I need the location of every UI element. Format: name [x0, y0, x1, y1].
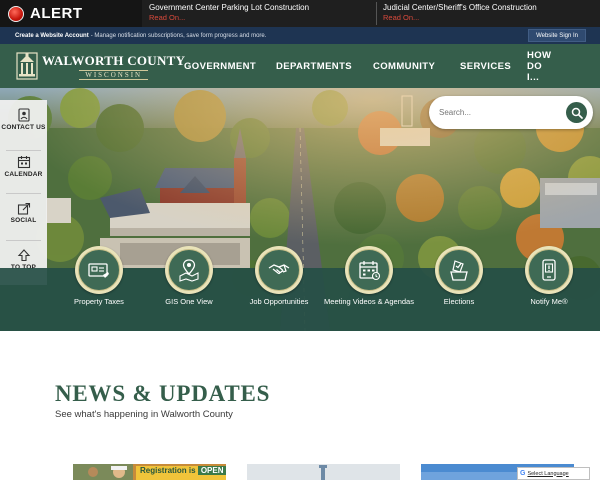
banner-text: Registration is: [140, 466, 196, 475]
quicklink-label: GIS One View: [165, 297, 213, 306]
alert-bar: ALERT Government Center Parking Lot Cons…: [0, 0, 600, 27]
courthouse-icon: [16, 52, 38, 80]
side-tools: CONTACT US CALENDAR SOCIAL: [0, 100, 47, 285]
search-button[interactable]: [566, 102, 587, 123]
alert-item[interactable]: Government Center Parking Lot Constructi…: [149, 3, 309, 23]
alert-badge[interactable]: ALERT: [0, 0, 142, 27]
alert-read-on-link[interactable]: Read On...: [149, 13, 309, 23]
notify-phone-icon: [542, 259, 556, 281]
alert-icon: [8, 5, 24, 22]
nav-departments[interactable]: DEPARTMENTS: [276, 61, 352, 72]
nav-services[interactable]: SERVICES: [460, 61, 511, 72]
news-card-banner: Registration is OPEN: [136, 466, 226, 480]
calendar-icon: [17, 156, 30, 169]
site-header: WALWORTH COUNTY WISCONSIN GOVERNMENT DEP…: [0, 44, 600, 88]
nav-community[interactable]: COMMUNITY: [373, 61, 435, 72]
select-language-label[interactable]: Select Language: [527, 471, 568, 477]
alert-item-title[interactable]: Government Center Parking Lot Constructi…: [149, 3, 309, 12]
quicklink-label: Meeting Videos & Agendas: [324, 297, 414, 306]
account-bar: Create a Website Account - Manage notifi…: [0, 27, 600, 44]
property-taxes-icon: [88, 263, 109, 278]
select-language-widget[interactable]: G Select Language: [517, 467, 590, 480]
news-card[interactable]: [247, 464, 400, 480]
news-subheading: See what's happening in Walworth County: [55, 409, 233, 420]
side-calendar[interactable]: CALENDAR: [0, 155, 47, 179]
news-card-image: [73, 464, 133, 480]
alert-item[interactable]: Judicial Center/Sheriff's Office Constru…: [383, 3, 537, 23]
create-account-description: - Manage notification subscriptions, sav…: [90, 32, 267, 39]
quicklink-label: Property Taxes: [74, 297, 124, 306]
social-share-icon: [17, 202, 30, 215]
side-label: CALENDAR: [4, 171, 43, 178]
logo-title: WALWORTH COUNTY: [42, 52, 186, 68]
site-search: [429, 96, 593, 129]
quicklink-notify-me[interactable]: Notify Me®: [504, 246, 594, 307]
map-pin-icon: [179, 259, 199, 282]
quicklink-label: Elections: [443, 297, 475, 306]
quicklink-label: Job Opportunities: [249, 297, 309, 306]
alert-item-title[interactable]: Judicial Center/Sheriff's Office Constru…: [383, 3, 537, 12]
quicklink-gis-one-view[interactable]: GIS One View: [144, 246, 234, 307]
side-social[interactable]: SOCIAL: [0, 201, 47, 225]
hero-banner: CONTACT US CALENDAR SOCIAL Search... Pro…: [0, 88, 600, 331]
news-heading: NEWS & UPDATES: [55, 381, 271, 406]
side-contact-us[interactable]: CONTACT US: [0, 108, 47, 132]
alert-divider: [376, 2, 377, 25]
side-divider: [6, 193, 41, 194]
website-sign-in-button[interactable]: Website Sign In: [528, 29, 586, 42]
quicklink-meeting-videos-agendas[interactable]: Meeting Videos & Agendas: [324, 246, 414, 307]
arrow-up-icon: [17, 249, 30, 262]
side-label: SOCIAL: [10, 217, 37, 224]
quicklink-property-taxes[interactable]: Property Taxes: [54, 246, 144, 307]
news-card-image: [247, 464, 400, 480]
create-account-link[interactable]: Create a Website Account: [15, 33, 89, 39]
nav-government[interactable]: GOVERNMENT: [184, 61, 256, 72]
side-divider: [6, 150, 41, 151]
handshake-icon: [268, 264, 290, 275]
nav-how-do-i[interactable]: HOW DO I...: [527, 50, 551, 83]
ballot-box-icon: [450, 260, 468, 281]
banner-highlight: OPEN: [197, 466, 226, 475]
meeting-calendar-icon: [359, 261, 381, 281]
news-card[interactable]: Registration is OPEN: [73, 464, 226, 480]
alert-read-on-link[interactable]: Read On...: [383, 13, 537, 23]
alert-label: ALERT: [30, 5, 83, 22]
county-logo[interactable]: WALWORTH COUNTY WISCONSIN: [16, 52, 185, 80]
search-icon: [571, 107, 583, 119]
logo-subtitle: WISCONSIN: [79, 69, 149, 80]
quicklink-job-opportunities[interactable]: Job Opportunities: [234, 246, 324, 307]
side-divider: [6, 240, 41, 241]
google-translate-icon: G: [520, 470, 526, 477]
side-label: CONTACT US: [1, 124, 46, 131]
quicklink-label: Notify Me®: [530, 297, 568, 306]
quicklink-elections[interactable]: Elections: [414, 246, 504, 307]
search-input[interactable]: [439, 105, 559, 120]
contact-card-icon: [17, 108, 30, 122]
